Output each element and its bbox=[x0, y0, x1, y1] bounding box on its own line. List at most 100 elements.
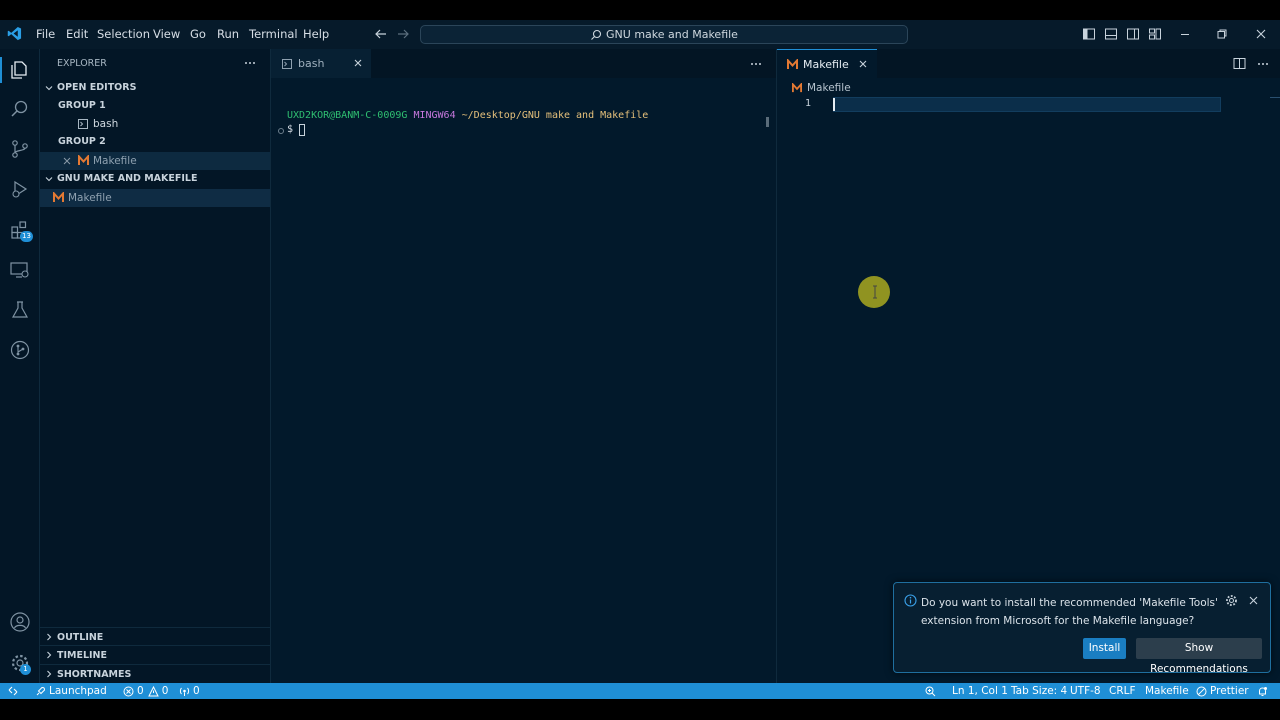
restore-icon[interactable] bbox=[1215, 27, 1229, 41]
explorer-title: EXPLORER bbox=[57, 58, 107, 69]
install-button[interactable]: Install bbox=[1083, 638, 1126, 659]
toggle-primary-sidebar-icon[interactable] bbox=[1082, 27, 1096, 41]
close-editor-icon[interactable] bbox=[62, 156, 72, 166]
run-debug-icon[interactable] bbox=[9, 178, 31, 200]
zoom-icon[interactable] bbox=[925, 683, 939, 699]
menu-help[interactable]: Help bbox=[303, 20, 329, 49]
problems-item[interactable]: 0 0 bbox=[123, 683, 168, 699]
active-indicator bbox=[0, 57, 2, 83]
open-editor-bash[interactable]: bash bbox=[40, 115, 270, 133]
command-center-search[interactable]: GNU make and Makefile bbox=[420, 25, 908, 44]
remote-explorer-icon[interactable] bbox=[9, 259, 31, 281]
menu-file[interactable]: File bbox=[36, 20, 55, 49]
terminal-cursor[interactable] bbox=[299, 124, 305, 136]
editor-group-1: bash UXD2KOR@BANM-C-0009G MINGW64 ~/Desk… bbox=[271, 49, 776, 683]
terminal-file-icon bbox=[78, 119, 88, 129]
notification-line-1: Do you want to install the recommended '… bbox=[921, 597, 1218, 609]
tab-makefile-label: Makefile bbox=[803, 57, 849, 71]
timeline-section[interactable]: TIMELINE bbox=[40, 645, 270, 663]
makefile-m-icon bbox=[792, 83, 802, 93]
warning-count: 0 bbox=[161, 685, 169, 697]
more-actions-icon[interactable] bbox=[243, 57, 257, 69]
accounts-icon[interactable] bbox=[9, 611, 31, 633]
prompt-path: ~/Desktop/GNU make and Makefile bbox=[461, 110, 649, 121]
chevron-right-icon bbox=[44, 632, 54, 642]
ports-count: 0 bbox=[193, 685, 200, 697]
launchpad-item[interactable]: Launchpad bbox=[35, 683, 107, 699]
toggle-secondary-sidebar-icon[interactable] bbox=[1126, 27, 1140, 41]
end-of-line[interactable]: CRLF bbox=[1109, 683, 1136, 699]
cursor-position[interactable]: Ln 1, Col 1 bbox=[952, 683, 1008, 699]
tab-bash[interactable]: bash bbox=[271, 49, 371, 78]
title-bar: File Edit Selection View Go Run Terminal… bbox=[0, 20, 1280, 49]
search-icon bbox=[590, 29, 606, 41]
editor-more-actions-icon[interactable] bbox=[749, 58, 763, 70]
file-makefile-label: Makefile bbox=[68, 192, 112, 204]
terminal-scrollbar[interactable] bbox=[766, 117, 769, 127]
breadcrumb[interactable]: Makefile bbox=[792, 82, 851, 94]
menu-edit[interactable]: Edit bbox=[66, 20, 88, 49]
chevron-right-icon bbox=[44, 650, 54, 660]
menu-terminal[interactable]: Terminal bbox=[249, 20, 298, 49]
editor-group-2-tabs: Makefile bbox=[777, 49, 1280, 78]
forward-arrow-icon[interactable] bbox=[396, 27, 410, 41]
encoding[interactable]: UTF-8 bbox=[1070, 683, 1101, 699]
customize-layout-icon[interactable] bbox=[1148, 27, 1162, 41]
notification-line-2: extension from Microsoft for the Makefil… bbox=[921, 615, 1195, 627]
notification-close-icon[interactable] bbox=[1248, 595, 1259, 606]
chevron-down-icon bbox=[44, 174, 54, 184]
split-editor-icon[interactable] bbox=[1233, 57, 1246, 70]
line-number: 1 bbox=[805, 98, 812, 109]
top-black-band bbox=[0, 0, 1280, 20]
minimize-icon[interactable] bbox=[1178, 27, 1192, 41]
group-1-header[interactable]: GROUP 1 bbox=[40, 97, 270, 115]
group-1-label: GROUP 1 bbox=[58, 100, 106, 111]
menu-view[interactable]: View bbox=[153, 20, 180, 49]
tab-bash-label: bash bbox=[298, 57, 325, 70]
close-tab-icon[interactable] bbox=[858, 59, 868, 69]
remote-indicator-icon[interactable] bbox=[8, 683, 21, 699]
notification-settings-gear-icon[interactable] bbox=[1225, 594, 1238, 607]
testing-flask-icon[interactable] bbox=[9, 299, 31, 321]
minimap-line bbox=[1270, 97, 1280, 98]
extension-recommendation-notification: Do you want to install the recommended '… bbox=[893, 582, 1271, 675]
terminal-tab-icon bbox=[282, 58, 292, 69]
rocket-icon bbox=[35, 686, 49, 697]
show-recommendations-button[interactable]: Show Recommendations bbox=[1136, 638, 1262, 675]
text-cursor-ibeam-icon bbox=[872, 285, 878, 299]
menu-selection[interactable]: Selection bbox=[97, 20, 150, 49]
notifications-bell-icon[interactable] bbox=[1257, 683, 1271, 699]
prompt-symbol: $ bbox=[287, 124, 294, 135]
outline-section[interactable]: OUTLINE bbox=[40, 627, 270, 645]
prompt-user: UXD2KOR@BANM-C-0009G bbox=[287, 110, 408, 121]
current-line-highlight[interactable] bbox=[833, 97, 1221, 112]
close-tab-icon[interactable] bbox=[353, 58, 363, 68]
close-window-icon[interactable] bbox=[1254, 27, 1268, 41]
search-view-icon[interactable] bbox=[9, 98, 31, 120]
menu-run[interactable]: Run bbox=[217, 20, 239, 49]
editor-group-1-tabs: bash bbox=[271, 49, 776, 78]
language-mode[interactable]: Makefile bbox=[1145, 683, 1189, 699]
makefile-m-icon bbox=[787, 58, 798, 70]
tab-size[interactable]: Tab Size: 4 bbox=[1011, 683, 1067, 699]
menu-go[interactable]: Go bbox=[190, 20, 206, 49]
shortnames-section[interactable]: SHORTNAMES bbox=[40, 664, 270, 682]
open-editor-makefile[interactable]: Makefile bbox=[40, 152, 270, 170]
workspace-folder-header[interactable]: GNU MAKE AND MAKEFILE bbox=[40, 170, 270, 188]
open-editors-header[interactable]: OPEN EDITORS bbox=[40, 79, 270, 97]
makefile-m-icon bbox=[53, 192, 64, 203]
prompt-env: MINGW64 bbox=[413, 110, 456, 121]
toggle-panel-icon[interactable] bbox=[1104, 27, 1118, 41]
editor-more-actions-icon[interactable] bbox=[1256, 58, 1270, 70]
explorer-icon[interactable] bbox=[9, 59, 31, 81]
group-2-header[interactable]: GROUP 2 bbox=[40, 133, 270, 151]
prettier-item[interactable]: Prettier bbox=[1196, 683, 1249, 699]
git-graph-icon[interactable] bbox=[9, 339, 31, 361]
ports-item[interactable]: 0 bbox=[179, 683, 200, 699]
tab-makefile[interactable]: Makefile bbox=[777, 49, 877, 78]
explorer-sidebar: EXPLORER OPEN EDITORS GROUP 1 bash GROUP… bbox=[40, 49, 271, 683]
file-makefile[interactable]: Makefile bbox=[40, 189, 270, 207]
back-arrow-icon[interactable] bbox=[374, 27, 388, 41]
source-control-icon[interactable] bbox=[9, 138, 31, 160]
workspace-folder-label: GNU MAKE AND MAKEFILE bbox=[57, 173, 198, 184]
